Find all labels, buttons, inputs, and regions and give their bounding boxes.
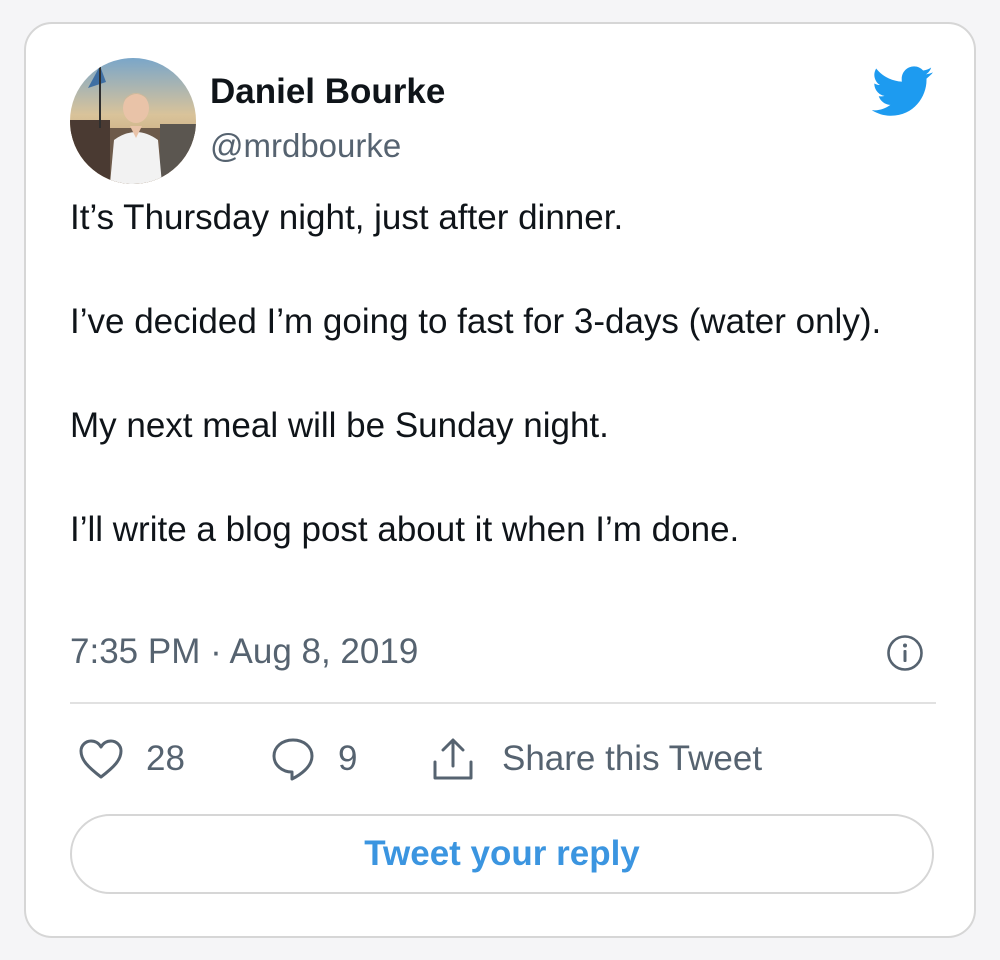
reply-button[interactable]: 9 (270, 736, 357, 782)
tweet-text: It’s Thursday night, just after dinner. … (70, 192, 950, 556)
tweet-paragraph: My next meal will be Sunday night. (70, 406, 609, 445)
author-handle[interactable]: @mrdbourke (210, 126, 401, 166)
info-icon[interactable] (886, 634, 924, 672)
tweet-paragraph: I’ve decided I’m going to fast for 3-day… (70, 302, 882, 341)
tweet-card: Daniel Bourke @mrdbourke It’s Thursday n… (24, 22, 976, 938)
tweet-timestamp[interactable]: 7:35 PM · Aug 8, 2019 (70, 630, 418, 674)
tweet-paragraph: It’s Thursday night, just after dinner. (70, 198, 624, 237)
share-button[interactable]: Share this Tweet (430, 736, 762, 782)
divider (70, 702, 936, 704)
tweet-paragraph: I’ll write a blog post about it when I’m… (70, 510, 740, 549)
share-icon (433, 738, 473, 780)
reply-count: 9 (338, 739, 358, 778)
reply-bubble-icon (272, 738, 314, 781)
author-name[interactable]: Daniel Bourke (210, 72, 445, 112)
like-button[interactable]: 28 (78, 736, 185, 782)
tweet-your-reply-button[interactable]: Tweet your reply (70, 814, 934, 894)
like-count: 28 (146, 739, 185, 778)
avatar-photo (70, 58, 196, 184)
avatar[interactable] (70, 58, 196, 184)
share-label: Share this Tweet (502, 739, 763, 778)
twitter-bird-icon[interactable] (871, 66, 934, 118)
heart-icon (79, 739, 123, 779)
